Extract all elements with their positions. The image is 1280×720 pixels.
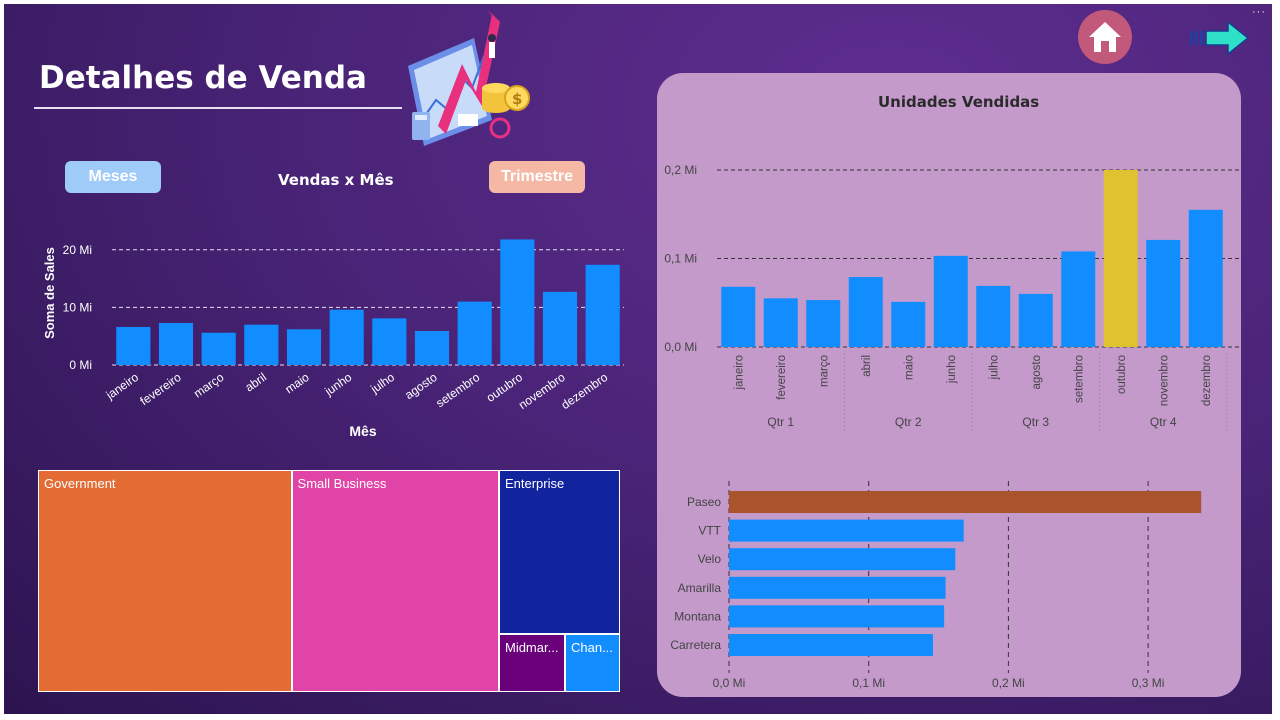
units-by-month-chart: 0,0 Mi 0,1 Mi 0,2 Mi janeiro fevereiro março a… — [664, 163, 1239, 433]
x-tick-label: março — [818, 355, 830, 387]
bar-dezembro — [585, 264, 620, 365]
bar-abril — [244, 324, 279, 365]
bar-maio — [891, 301, 926, 347]
y-tick-label: VTT — [698, 524, 721, 538]
meses-button[interactable]: Meses — [65, 161, 161, 193]
dashboard-canvas: Detalhes de Venda $ ··· Meses Trimestre … — [4, 4, 1272, 714]
x-tick-label: julho — [988, 355, 1000, 380]
page-title: Detalhes de Venda — [39, 60, 367, 96]
quarter-label: Qtr 1 — [767, 415, 794, 429]
x-tick-label: setembro — [1073, 355, 1085, 403]
y-tick-label: Velo — [698, 552, 722, 566]
bar-fevereiro — [763, 298, 798, 347]
bar-agosto — [1018, 293, 1053, 347]
treemap-cell-small-business[interactable]: Small Business — [291, 470, 499, 692]
x-tick-label: 0,3 Mi — [1132, 676, 1165, 690]
x-tick-label: maio — [282, 370, 312, 397]
sales-illustration: $ — [408, 10, 530, 146]
bar-Amarilla — [729, 576, 946, 599]
x-tick-label: junho — [321, 370, 354, 399]
units-panel: Unidades Vendidas 0,0 Mi 0,1 Mi 0,2 Mi jane… — [657, 73, 1241, 697]
x-tick-label: abril — [861, 355, 873, 377]
x-tick-label: dezembro — [559, 370, 611, 412]
arrow-right-icon — [1190, 20, 1250, 56]
x-tick-label: agosto — [1031, 355, 1043, 390]
bar-junho — [329, 309, 364, 365]
bar-outubro — [500, 239, 535, 365]
x-tick-label: janeiro — [733, 355, 745, 391]
bar-Paseo — [729, 491, 1202, 513]
x-tick-label: novembro — [516, 370, 568, 412]
x-tick-label: janeiro — [103, 370, 142, 403]
y-tick-label: 0 Mi — [69, 358, 92, 372]
x-tick-label: fevereiro — [137, 370, 184, 408]
x-tick-label: julho — [367, 370, 397, 397]
svg-text:$: $ — [512, 90, 522, 108]
y-tick-label: Montana — [674, 609, 721, 623]
bar-novembro — [542, 291, 578, 365]
bar-março — [806, 300, 841, 347]
treemap-cell-enterprise[interactable]: Enterprise — [498, 470, 620, 634]
bar-Montana — [729, 605, 945, 628]
bar-janeiro — [116, 326, 151, 365]
y-tick-label: 0,1 Mi — [664, 252, 697, 266]
bar-Carretera — [729, 634, 933, 656]
quarter-label: Qtr 2 — [895, 415, 922, 429]
x-tick-label: outubro — [1116, 355, 1128, 394]
x-tick-label: maio — [903, 355, 915, 380]
bar-setembro — [1061, 251, 1096, 347]
sales-chart-title: Vendas x Mês — [278, 171, 394, 189]
next-page-button[interactable] — [1188, 18, 1252, 58]
title-divider — [34, 107, 402, 109]
bar-outubro — [1103, 170, 1138, 347]
x-tick-label: março — [191, 370, 227, 401]
bar-março — [201, 332, 236, 365]
x-tick-label: abril — [242, 370, 269, 394]
treemap-cell-midmar[interactable]: Midmar... — [498, 633, 565, 692]
bar-Velo — [729, 548, 956, 571]
units-chart-title: Unidades Vendidas — [878, 93, 1040, 111]
y-tick-label: Paseo — [687, 495, 721, 509]
segment-treemap: Government Small Business Enterprise Midmar… — [38, 470, 620, 692]
bar-setembro — [457, 301, 492, 365]
y-tick-label: 0,0 Mi — [664, 340, 697, 354]
x-tick-label: 0,2 Mi — [992, 676, 1025, 690]
units-by-product-chart: 0,0 Mi 0,1 Mi 0,2 Mi 0,3 Mi Paseo VTT Velo Amar… — [670, 481, 1202, 690]
trimestre-button[interactable]: Trimestre — [489, 161, 585, 193]
y-tick-label: Amarilla — [678, 581, 722, 595]
x-tick-label: setembro — [433, 370, 482, 410]
bar-agosto — [414, 331, 450, 365]
y-tick-label: Carretera — [670, 638, 721, 652]
y-tick-label: 20 Mi — [63, 243, 92, 257]
treemap-cell-chan[interactable]: Chan... — [564, 633, 620, 692]
x-tick-label: junho — [946, 355, 958, 384]
bar-maio — [286, 329, 322, 365]
bar-janeiro — [721, 286, 756, 347]
home-button[interactable] — [1078, 10, 1132, 64]
x-tick-label: 0,0 Mi — [713, 676, 746, 690]
treemap-cell-government[interactable]: Government — [38, 470, 292, 692]
home-icon — [1089, 22, 1121, 52]
x-tick-label: fevereiro — [776, 355, 788, 400]
more-options-button[interactable]: ··· — [1252, 6, 1266, 18]
bar-junho — [933, 255, 968, 347]
y-tick-label: 10 Mi — [63, 300, 92, 314]
bar-fevereiro — [158, 322, 194, 365]
bar-VTT — [729, 519, 964, 542]
y-axis-title: Soma de Sales — [42, 247, 57, 339]
bar-julho — [372, 318, 407, 365]
x-axis-title: Mês — [349, 423, 376, 439]
bar-julho — [976, 285, 1011, 347]
bar-dezembro — [1188, 209, 1223, 347]
quarter-label: Qtr 3 — [1022, 415, 1049, 429]
quarter-label: Qtr 4 — [1150, 415, 1177, 429]
y-tick-label: 0,2 Mi — [664, 163, 697, 177]
bar-novembro — [1146, 239, 1181, 347]
x-tick-label: novembro — [1158, 355, 1170, 406]
x-tick-label: 0,1 Mi — [852, 676, 885, 690]
x-tick-label: dezembro — [1201, 355, 1213, 406]
bar-abril — [848, 277, 883, 347]
sales-by-month-chart: 0 Mi 10 Mi 20 Mi janeirofevereiro março abril… — [42, 239, 624, 439]
